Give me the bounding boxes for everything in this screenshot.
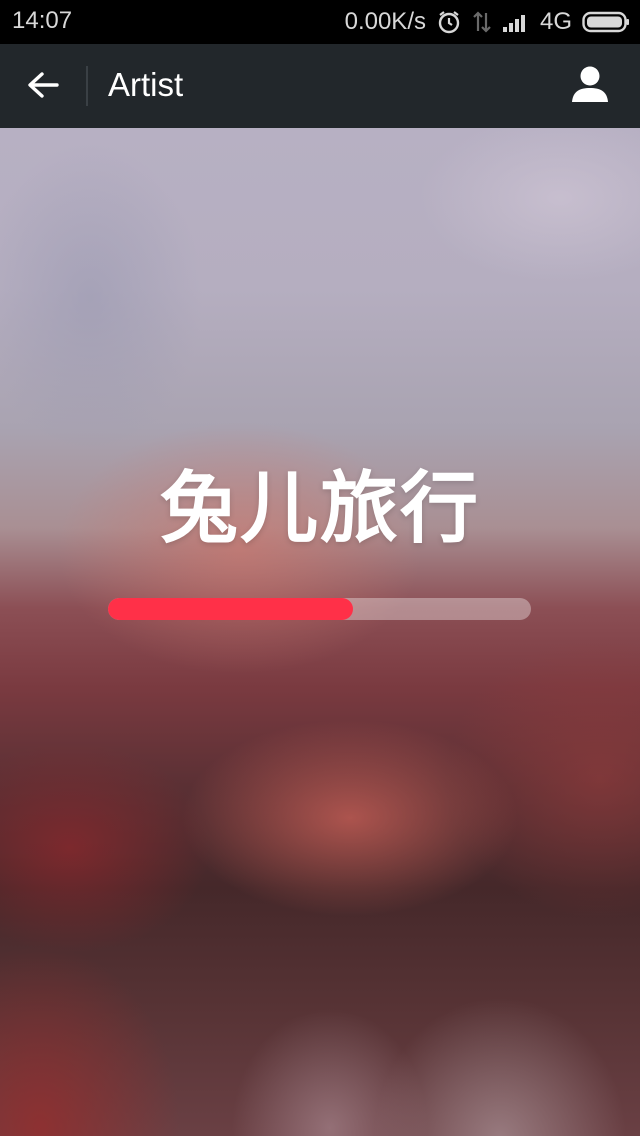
- hero-title: 兔儿旅行: [159, 464, 480, 554]
- status-bar: 14:07 0.00K/s 4G: [0, 0, 640, 44]
- progress-fill: [108, 598, 354, 620]
- app-bar: Artist: [0, 44, 640, 128]
- net-speed: 0.00K/s: [344, 8, 426, 35]
- person-icon: [570, 64, 610, 108]
- signal-icon: [502, 11, 530, 33]
- status-right: 0.00K/s 4G: [345, 0, 630, 44]
- screen: 14:07 0.00K/s 4G Artist 兔儿旅行: [0, 0, 640, 1136]
- data-transfer-icon: [472, 9, 492, 35]
- hero-background: 兔儿旅行: [0, 128, 640, 1136]
- app-bar-divider: [86, 66, 88, 106]
- status-time: 14:07: [12, 7, 73, 34]
- page-title: Artist: [108, 66, 184, 103]
- progress-bar: [108, 598, 531, 620]
- alarm-icon: [436, 9, 462, 35]
- battery-icon: [582, 10, 630, 34]
- arrow-left-icon: [27, 71, 59, 103]
- back-button[interactable]: [18, 62, 68, 112]
- profile-button[interactable]: [568, 64, 612, 108]
- network-type: 4G: [539, 8, 572, 35]
